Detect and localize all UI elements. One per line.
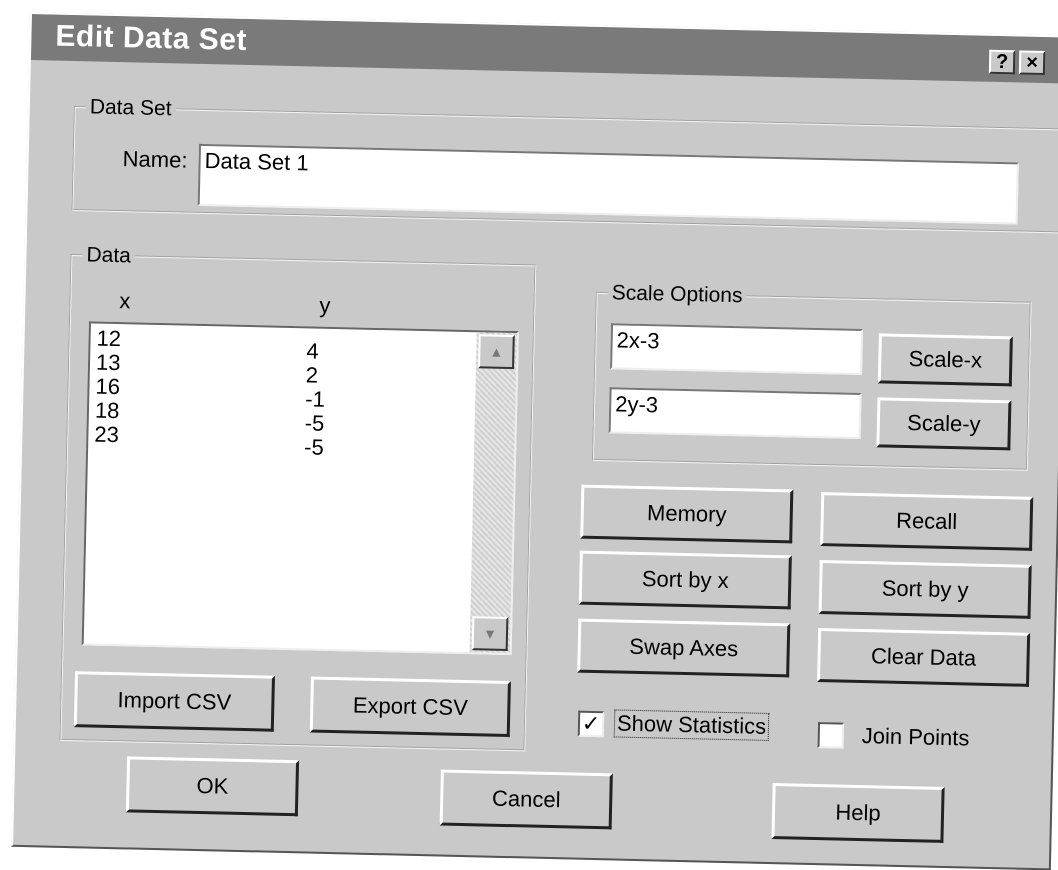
dataset-group-legend: Data Set	[89, 95, 172, 121]
cell-y: 2	[305, 362, 319, 388]
ok-button[interactable]: OK	[125, 756, 300, 817]
help-icon[interactable]: ?	[988, 49, 1016, 75]
vertical-scrollbar[interactable]: ▲ ▼	[469, 332, 517, 654]
cell-y: -1	[305, 386, 326, 412]
name-field[interactable]: Data Set 1	[197, 143, 1019, 225]
table-row[interactable]: 13 2	[90, 350, 470, 388]
scale-options-group: Scale Options 2x-3 Scale-x 2y-3 Scale-y	[591, 280, 1032, 471]
name-label: Name:	[122, 146, 188, 173]
scale-y-button[interactable]: Scale-y	[876, 397, 1012, 451]
cell-y: -5	[303, 434, 325, 460]
cell-x: 12	[96, 325, 122, 352]
table-row[interactable]: 12 4	[91, 326, 471, 364]
column-header-y: y	[319, 292, 331, 318]
table-row[interactable]: 18 -5	[89, 398, 469, 436]
title-bar[interactable]: Edit Data Set ? ×	[30, 14, 1058, 84]
cell-x: 23	[94, 421, 120, 448]
data-group-legend: Data	[86, 243, 132, 268]
cell-x: 18	[94, 397, 120, 424]
scale-y-expression-field[interactable]: 2y-3	[608, 387, 862, 439]
scroll-up-icon[interactable]: ▲	[478, 334, 515, 370]
data-group: Data x y 12 4 13 2 16 -1 18 -5 23 -5 ▲ ▼…	[59, 242, 537, 752]
cell-y: -5	[304, 410, 325, 436]
close-icon[interactable]: ×	[1018, 50, 1046, 76]
table-row[interactable]: 16 -1	[90, 374, 470, 412]
cell-y: 4	[306, 338, 319, 364]
column-header-x: x	[119, 288, 131, 314]
scale-options-legend: Scale Options	[611, 281, 743, 308]
window-title: Edit Data Set	[55, 19, 248, 57]
dataset-group: Data Set Name: Data Set 1	[71, 95, 1058, 234]
show-statistics-label[interactable]: Show Statistics	[613, 709, 770, 741]
scroll-down-icon[interactable]: ▼	[471, 616, 509, 652]
import-csv-button[interactable]: Import CSV	[73, 671, 276, 732]
recall-button[interactable]: Recall	[820, 492, 1034, 551]
swap-axes-button[interactable]: Swap Axes	[577, 618, 791, 678]
cell-x: 16	[95, 373, 121, 400]
join-points-label[interactable]: Join Points	[861, 723, 970, 751]
export-csv-button[interactable]: Export CSV	[309, 676, 511, 738]
memory-button[interactable]: Memory	[580, 484, 794, 544]
join-points-checkbox[interactable]	[817, 722, 845, 749]
cell-x: 13	[95, 349, 121, 376]
cancel-button[interactable]: Cancel	[439, 769, 613, 830]
scale-x-button[interactable]: Scale-x	[877, 333, 1013, 387]
data-listbox[interactable]: 12 4 13 2 16 -1 18 -5 23 -5 ▲ ▼	[81, 321, 519, 656]
edit-data-set-dialog: Edit Data Set ? × Data Set Name: Data Se…	[11, 12, 1058, 870]
scale-x-expression-field[interactable]: 2x-3	[610, 323, 864, 375]
sort-by-y-button[interactable]: Sort by y	[818, 560, 1032, 619]
show-statistics-checkbox[interactable]: ✓	[577, 710, 605, 738]
clear-data-button[interactable]: Clear Data	[817, 628, 1031, 687]
table-row[interactable]: 23 -5	[89, 422, 469, 460]
sort-by-x-button[interactable]: Sort by x	[578, 550, 792, 610]
help-button[interactable]: Help	[771, 783, 945, 843]
